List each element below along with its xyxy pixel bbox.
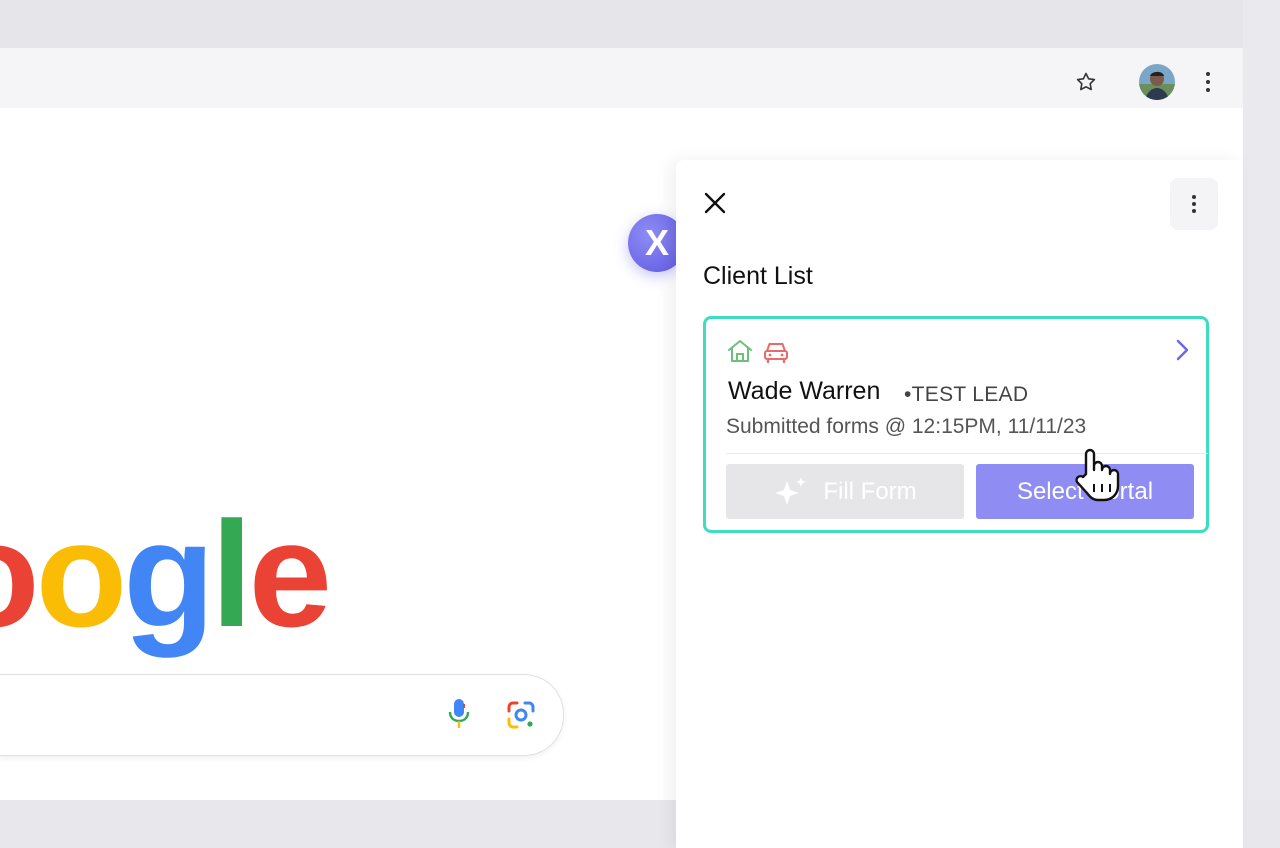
fill-form-button[interactable]: Fill Form	[726, 464, 964, 519]
card-divider	[726, 453, 1208, 454]
browser-edge	[1243, 0, 1280, 800]
lead-status-tag: •TEST LEAD	[904, 383, 1029, 406]
fill-form-label: Fill Form	[823, 477, 917, 505]
browser-menu-icon[interactable]	[1196, 68, 1220, 96]
google-search-box[interactable]	[0, 674, 564, 756]
browser-toolbar	[0, 48, 1243, 108]
select-portal-label: Select Portal	[1016, 477, 1154, 505]
svg-text:oogle: oogle	[0, 496, 328, 658]
panel-title: Client List	[703, 262, 813, 290]
car-icon	[762, 337, 790, 365]
select-portal-button[interactable]: Select Portal	[976, 464, 1194, 519]
client-list-panel: Client List Wade Warren •TEST LEAD Submi…	[676, 160, 1243, 848]
client-name: Wade Warren	[728, 377, 881, 405]
bookmark-star-icon[interactable]	[1074, 70, 1098, 94]
home-icon	[726, 337, 754, 365]
google-logo: oogle	[0, 490, 332, 676]
google-lens-icon[interactable]	[505, 699, 537, 731]
chevron-right-icon[interactable]	[1170, 337, 1194, 363]
microphone-icon[interactable]	[447, 697, 471, 731]
profile-avatar[interactable]	[1139, 64, 1175, 100]
client-card[interactable]: Wade Warren •TEST LEAD Submitted forms @…	[703, 316, 1209, 533]
browser-tabstrip	[0, 0, 1244, 50]
extension-letter: X	[645, 222, 669, 263]
panel-more-menu-icon[interactable]	[1170, 178, 1218, 230]
submission-timestamp: Submitted forms @ 12:15PM, 11/11/23	[726, 415, 1087, 438]
sparkle-icon	[775, 476, 807, 505]
browser-window: oogle X	[0, 48, 1243, 848]
close-icon[interactable]	[700, 188, 730, 218]
